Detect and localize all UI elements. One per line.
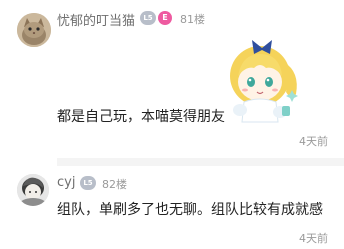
divider: [57, 158, 344, 166]
timestamp: 4天前: [299, 232, 328, 245]
special-badge-icon: E: [158, 11, 172, 25]
character-avatar-icon: [17, 174, 49, 206]
level-badge-icon: L5: [140, 11, 156, 25]
floor-number: 82楼: [102, 178, 127, 191]
level-badge-icon: L5: [80, 176, 96, 190]
username[interactable]: cyj: [57, 175, 75, 190]
avatar[interactable]: [17, 13, 51, 47]
timestamp: 4天前: [299, 135, 328, 148]
floor-number: 81楼: [180, 13, 205, 26]
username[interactable]: 忧郁的叮当猫: [57, 10, 135, 29]
comment-item: cyj L5 82楼 组队，单刷多了也无聊。组队比较有成就感 4天前: [0, 166, 344, 249]
anime-girl-sticker: [222, 32, 302, 124]
comment-item: 忧郁的叮当猫 L5 E 81楼 都是自己玩，本喵莫得朋友 4天前: [0, 0, 344, 158]
cat-avatar-icon: [17, 13, 51, 47]
comment-text: 组队，单刷多了也无聊。组队比较有成就感: [57, 202, 323, 218]
comment-text: 都是自己玩，本喵莫得朋友: [57, 109, 225, 125]
avatar[interactable]: [17, 174, 49, 206]
